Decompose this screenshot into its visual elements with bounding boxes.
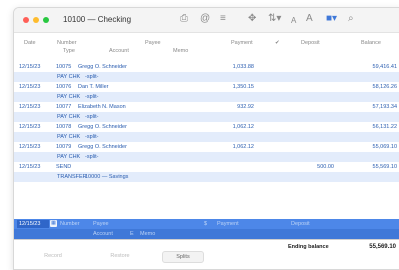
col-number[interactable]: Number — [57, 40, 77, 46]
at-icon[interactable]: @ — [200, 13, 210, 25]
number-field[interactable]: Number — [60, 221, 80, 227]
print-icon[interactable]: ⎙ — [180, 13, 188, 25]
txn-number: SEND — [56, 164, 72, 170]
txn-account: -split- — [85, 94, 99, 100]
font-smaller-icon[interactable]: A — [291, 15, 296, 27]
txn-type: PAY CHK — [57, 134, 81, 140]
register-window: 10100 — Checking ⎙ @ ≡ ✥ ⇅▾ A A ■▾ ⌕ Dat… — [13, 7, 399, 270]
txn-date: 12/15/23 — [19, 164, 41, 170]
txn-payment: 1,062.12 — [232, 124, 254, 130]
col-memo[interactable]: Memo — [173, 48, 188, 54]
txn-number: 10078 — [56, 124, 72, 130]
currency-icon: $ — [204, 221, 208, 227]
txn-payee: Gregg O. Schneider — [78, 124, 127, 130]
txn-payee: Dan T. Miller — [78, 84, 109, 90]
txn-type: TRANSFER — [57, 174, 87, 180]
txn-payment: 932.92 — [237, 104, 254, 110]
splits-button[interactable]: Splits — [162, 251, 204, 263]
txn-account: -split- — [85, 114, 99, 120]
transaction-subrow[interactable]: PAY CHK -split- — [14, 132, 399, 142]
txn-number: 10079 — [56, 144, 72, 150]
txn-payee: Gregg O. Schneider — [78, 144, 127, 150]
txn-type: PAY CHK — [57, 74, 81, 80]
transaction-row[interactable]: 12/15/23 10078 Gregg O. Schneider 1,062.… — [14, 122, 399, 132]
txn-date: 12/15/23 — [19, 84, 41, 90]
txn-payee: Gregg O. Schneider — [78, 64, 127, 70]
transaction-subrow[interactable]: PAY CHK -split- — [14, 152, 399, 162]
deposit-field[interactable]: Deposit — [291, 221, 310, 227]
txn-date: 12/15/23 — [19, 64, 41, 70]
transaction-subrow[interactable]: PAY CHK -split- — [14, 112, 399, 122]
transaction-row[interactable]: 12/15/23 10075 Gregg O. Schneider 1,033.… — [14, 62, 399, 72]
report-icon[interactable]: ≡ — [220, 13, 226, 25]
transaction-row[interactable]: 12/15/23 10077 Elizabeth N. Mason 932.92… — [14, 102, 399, 112]
txn-number: 10075 — [56, 64, 72, 70]
title-bar: 10100 — Checking ⎙ @ ≡ ✥ ⇅▾ A A ■▾ ⌕ — [14, 8, 399, 33]
ending-balance-label: Ending balance — [288, 244, 329, 250]
payee-field[interactable]: Payee — [93, 221, 109, 227]
txn-payment: 1,350.15 — [232, 84, 254, 90]
txn-type: PAY CHK — [57, 114, 81, 120]
col-type[interactable]: Type — [63, 48, 75, 54]
minimize-window-button[interactable] — [33, 17, 39, 23]
txn-date: 12/15/23 — [19, 144, 41, 150]
txn-balance: 59,416.41 — [372, 64, 397, 70]
col-payment[interactable]: Payment — [231, 40, 253, 46]
record-button[interactable]: Record — [36, 251, 70, 261]
sort-icon[interactable]: ⇅▾ — [268, 13, 281, 25]
transaction-subrow[interactable]: PAY CHK -split- — [14, 92, 399, 102]
col-deposit[interactable]: Deposit — [301, 40, 320, 46]
zoom-window-button[interactable] — [43, 17, 49, 23]
txn-payee: Elizabeth N. Mason — [78, 104, 126, 110]
col-cleared[interactable]: ✔ — [275, 40, 280, 46]
txn-payment: 1,062.12 — [232, 144, 254, 150]
txn-balance: 58,126.26 — [372, 84, 397, 90]
col-date[interactable]: Date — [24, 40, 36, 46]
txn-account: -split- — [85, 74, 99, 80]
columns-icon[interactable]: ■▾ — [326, 13, 337, 25]
txn-account: -split- — [85, 154, 99, 160]
new-transaction-subrow: Account E Memo — [14, 229, 399, 239]
transaction-row[interactable]: 12/15/23 10079 Gregg O. Schneider 1,062.… — [14, 142, 399, 152]
transaction-list: 12/15/23 10075 Gregg O. Schneider 1,033.… — [14, 62, 399, 182]
col-payee[interactable]: Payee — [145, 40, 161, 46]
txn-date: 12/15/23 — [19, 124, 41, 130]
transaction-subrow[interactable]: PAY CHK -split- — [14, 72, 399, 82]
memo-flag: E — [130, 231, 134, 237]
close-window-button[interactable] — [23, 17, 29, 23]
font-larger-icon[interactable]: A — [306, 13, 313, 25]
txn-number: 10076 — [56, 84, 72, 90]
payment-field[interactable]: Payment — [217, 221, 239, 227]
restore-button[interactable]: Restore — [100, 251, 140, 261]
ending-balance-value: 55,569.10 — [369, 244, 396, 250]
col-account[interactable]: Account — [109, 48, 129, 54]
txn-type: PAY CHK — [57, 94, 81, 100]
txn-balance: 55,569.10 — [372, 164, 397, 170]
col-balance[interactable]: Balance — [361, 40, 381, 46]
footer-divider — [14, 239, 399, 240]
transaction-subrow[interactable]: TRANSFER 10000 — Savings — [14, 172, 399, 182]
txn-deposit: 500.00 — [317, 164, 334, 170]
txn-balance: 57,193.34 — [372, 104, 397, 110]
date-field[interactable]: 12/15/23 — [17, 220, 49, 228]
txn-type: PAY CHK — [57, 154, 81, 160]
txn-number: 10077 — [56, 104, 72, 110]
account-field[interactable]: Account — [93, 231, 113, 237]
move-icon[interactable]: ✥ — [248, 13, 256, 25]
txn-account: -split- — [85, 134, 99, 140]
window-title: 10100 — Checking — [63, 15, 132, 24]
txn-balance: 56,131.22 — [372, 124, 397, 130]
txn-payment: 1,033.88 — [232, 64, 254, 70]
new-transaction-row: 12/15/23 ▦ Number Payee $ Payment Deposi… — [14, 219, 399, 229]
txn-account: 10000 — Savings — [85, 174, 129, 180]
transaction-row[interactable]: 12/15/23 SEND 500.00 55,569.10 — [14, 162, 399, 172]
transaction-row[interactable]: 12/15/23 10076 Dan T. Miller 1,350.15 58… — [14, 82, 399, 92]
memo-field[interactable]: Memo — [140, 231, 155, 237]
txn-balance: 55,069.10 — [372, 144, 397, 150]
txn-date: 12/15/23 — [19, 104, 41, 110]
search-icon[interactable]: ⌕ — [348, 13, 354, 25]
calendar-icon[interactable]: ▦ — [50, 220, 57, 227]
